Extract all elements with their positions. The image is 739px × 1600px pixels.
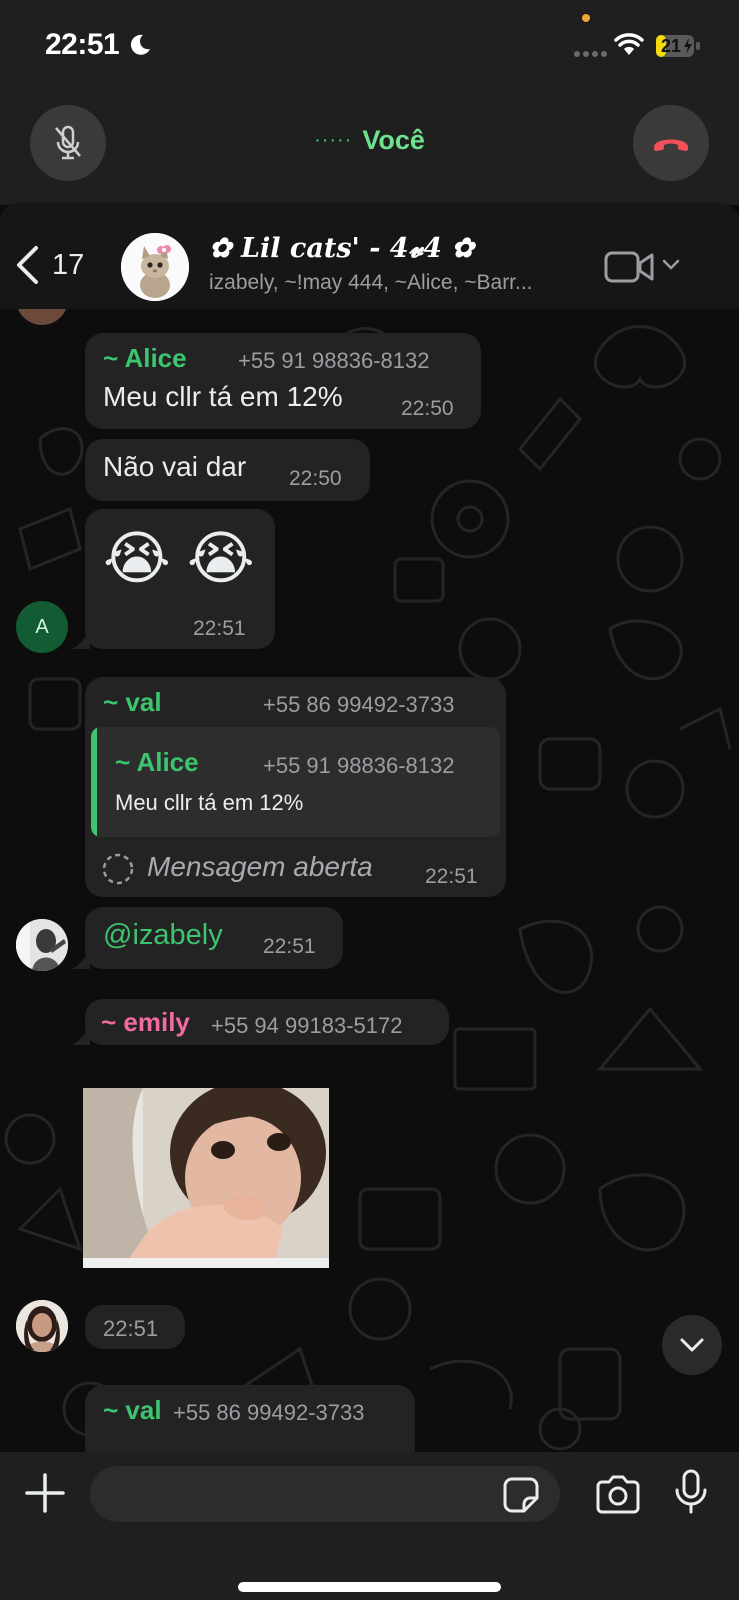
message-bubble[interactable]: 😭 😭 22:51 xyxy=(85,509,275,649)
message-time: 22:51 xyxy=(193,617,246,640)
unread-count: 17 xyxy=(52,248,85,281)
battery-icon: 21 xyxy=(655,34,701,58)
view-once-icon xyxy=(102,853,134,885)
privacy-indicator xyxy=(582,14,590,22)
sender-phone: +55 94 99183-5172 xyxy=(211,1013,403,1038)
sender-avatar[interactable] xyxy=(16,1300,68,1352)
plus-icon[interactable] xyxy=(24,1472,66,1514)
camera-icon[interactable] xyxy=(594,1474,642,1514)
signal-icon xyxy=(574,51,607,57)
message-time-bubble[interactable]: 22:51 xyxy=(85,1305,185,1349)
avatar-letter: A xyxy=(35,615,49,638)
sender-label-bubble[interactable]: ~ emily +55 94 99183-5172 xyxy=(85,999,449,1045)
ongoing-call-bar[interactable]: ····· Você xyxy=(0,95,739,205)
quote-accent-bar xyxy=(91,727,97,837)
chevron-down-icon xyxy=(680,1338,704,1352)
end-call-icon xyxy=(654,139,688,151)
sender-name[interactable]: ~ emily xyxy=(101,1007,190,1038)
call-status[interactable]: ····· Você xyxy=(0,125,739,156)
emoji-text: 😭 😭 xyxy=(103,526,255,591)
sender-phone: +55 86 99492-3733 xyxy=(173,1400,365,1425)
back-button[interactable]: 17 xyxy=(14,243,94,287)
message-text: Não vai dar xyxy=(103,451,247,482)
quoted-sender: ~ Alice xyxy=(115,747,199,777)
bubble-tail xyxy=(72,1027,90,1045)
sender-name[interactable]: ~ val xyxy=(103,1395,162,1426)
scroll-to-bottom-button[interactable] xyxy=(662,1315,722,1375)
back-chevron-icon xyxy=(17,246,38,284)
mention-link[interactable]: @izabely xyxy=(103,919,223,952)
message-text: Mensagem aberta xyxy=(147,851,373,882)
end-call-button[interactable] xyxy=(633,105,709,181)
chat-area[interactable]: ~ Alice +55 91 98836-8132 Meu cllr tá em… xyxy=(0,309,739,1452)
message-time: 22:51 xyxy=(263,935,316,958)
message-input-bar xyxy=(0,1452,739,1600)
wifi-icon xyxy=(614,33,644,55)
child-photo xyxy=(83,1088,329,1268)
message-bubble[interactable]: @izabely 22:51 xyxy=(85,907,343,969)
message-time: 22:51 xyxy=(425,865,478,888)
message-time: 22:50 xyxy=(401,397,454,420)
message-bubble[interactable]: ~ val +55 86 99492-3733 ~ Alice +55 91 9… xyxy=(85,677,506,897)
message-bubble[interactable]: ~ Alice +55 91 98836-8132 Meu cllr tá em… xyxy=(85,333,481,429)
sender-phone: +55 91 98836-8132 xyxy=(238,348,430,373)
call-activity-dots: ····· xyxy=(314,129,353,151)
status-bar: 22:51 21 xyxy=(0,0,739,95)
moon-icon xyxy=(130,34,150,55)
sender-name[interactable]: ~ Alice xyxy=(103,343,187,374)
mic-icon[interactable] xyxy=(673,1468,709,1516)
chevron-down-icon xyxy=(662,259,680,270)
video-call-button[interactable] xyxy=(604,247,684,287)
sticker-icon[interactable] xyxy=(502,1476,540,1514)
group-members[interactable]: izabely, ~!may 444, ~Alice, ~Barr... xyxy=(209,271,584,295)
message-time: 22:50 xyxy=(289,467,342,490)
cat-photo xyxy=(121,233,189,301)
message-input[interactable] xyxy=(90,1466,560,1522)
battery-level: 21 xyxy=(661,36,682,56)
quoted-phone: +55 91 98836-8132 xyxy=(263,753,455,778)
call-label: Você xyxy=(362,125,425,155)
home-indicator[interactable] xyxy=(238,1582,501,1592)
sender-phone: +55 86 99492-3733 xyxy=(263,692,455,717)
sender-avatar[interactable]: A xyxy=(16,601,68,653)
sender-avatar[interactable] xyxy=(16,919,68,971)
message-bubble[interactable]: ~ val +55 86 99492-3733 xyxy=(85,1385,415,1452)
group-avatar[interactable] xyxy=(121,233,189,301)
chat-header: 17 ✿ 𝑳𝒊𝒍 𝒄𝒂𝒕𝒔' - 4𝓿4 ✿ izabely, ~!may 44… xyxy=(0,203,739,309)
quoted-text: Meu cllr tá em 12% xyxy=(115,790,304,815)
group-title[interactable]: ✿ 𝑳𝒊𝒍 𝒄𝒂𝒕𝒔' - 4𝓿4 ✿ xyxy=(209,233,474,265)
video-camera-icon xyxy=(604,251,654,283)
bubble-tail xyxy=(72,631,90,649)
quoted-message[interactable]: ~ Alice +55 91 98836-8132 Meu cllr tá em… xyxy=(91,727,500,837)
image-message[interactable] xyxy=(83,1088,329,1268)
bubble-tail xyxy=(72,951,90,969)
message-time: 22:51 xyxy=(103,1316,159,1341)
message-bubble[interactable]: Não vai dar 22:50 xyxy=(85,439,370,501)
status-time: 22:51 xyxy=(45,28,120,61)
message-text: Meu cllr tá em 12% xyxy=(103,381,343,412)
sender-name[interactable]: ~ val xyxy=(103,687,162,718)
